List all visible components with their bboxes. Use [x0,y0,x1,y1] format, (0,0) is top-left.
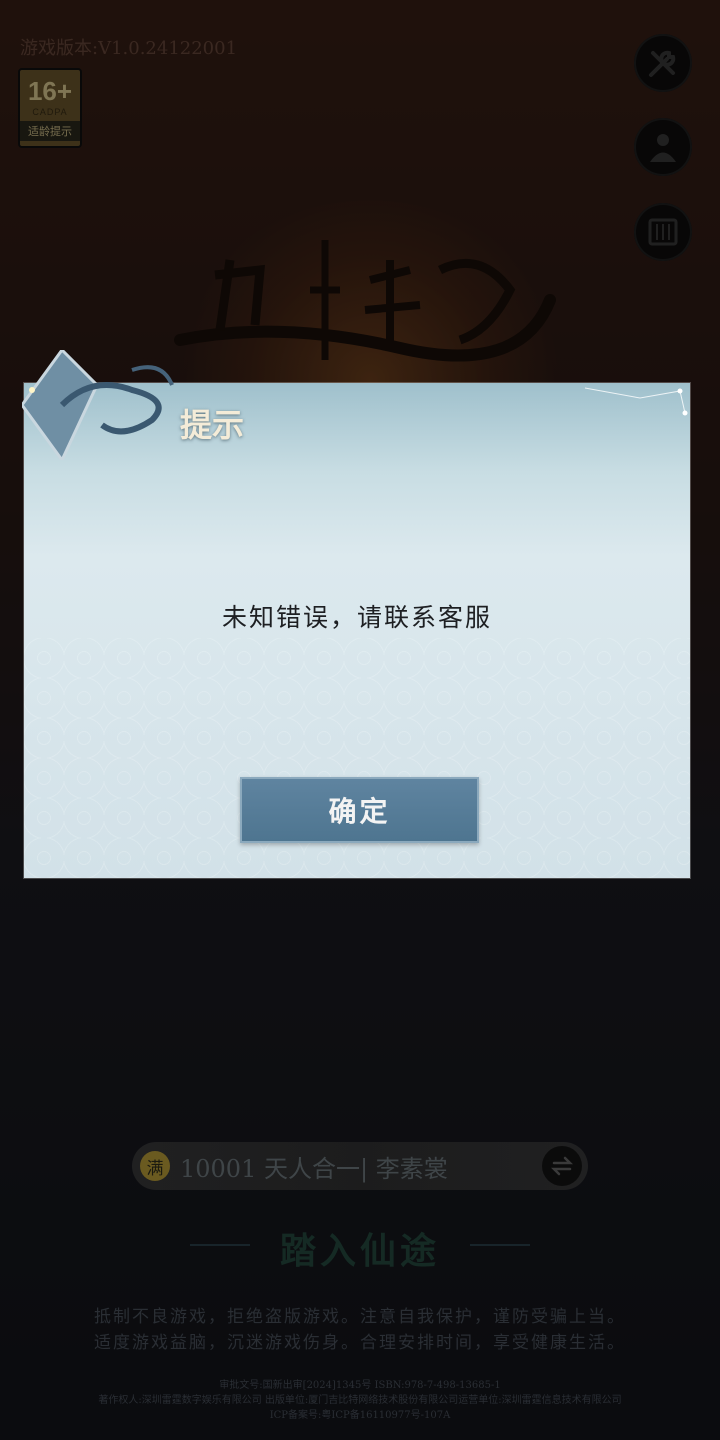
server-name: 10001 天人合一| 李素裳 [180,1154,448,1183]
swap-icon [550,1156,574,1176]
legal-line: ICP备案号:粤ICP备16110977号-107A [269,1410,451,1421]
login-screen: 游戏版本:V1.0.24122001 16+ CADPA 适龄提示 提示 未知错… [0,0,720,1440]
legal-line: 著作权人:深圳雷霆数字娱乐有限公司 出版单位:厦门吉比特网络技术股份有限公司运营… [98,1395,622,1406]
server-status-icon: 满 [140,1151,170,1181]
legal-line: 审批文号:国新出审[2024]1345号 ISBN:978-7-498-1368… [219,1380,501,1391]
server-selector[interactable]: 满 10001 天人合一| 李素裳 [132,1142,588,1190]
health-notice-line: 适度游戏益脑，沉迷游戏伤身。合理安排时间，享受健康生活。 [94,1333,626,1353]
enter-game-button[interactable]: 踏入仙途 [0,1222,720,1274]
dialog-emblem-icon [22,350,174,460]
switch-server-button[interactable] [542,1146,582,1186]
confirm-button[interactable]: 确定 [240,777,479,843]
dialog-message: 未知错误，请联系客服 [221,603,492,632]
health-notice: 抵制不良游戏，拒绝盗版游戏。注意自我保护，谨防受骗上当。 适度游戏益脑，沉迷游戏… [0,1304,720,1356]
constellation-decoration [584,387,688,416]
dialog-title: 提示 [180,406,245,444]
legal-info: 审批文号:国新出审[2024]1345号 ISBN:978-7-498-1368… [0,1378,720,1423]
health-notice-line: 抵制不良游戏，拒绝盗版游戏。注意自我保护，谨防受骗上当。 [94,1307,626,1327]
